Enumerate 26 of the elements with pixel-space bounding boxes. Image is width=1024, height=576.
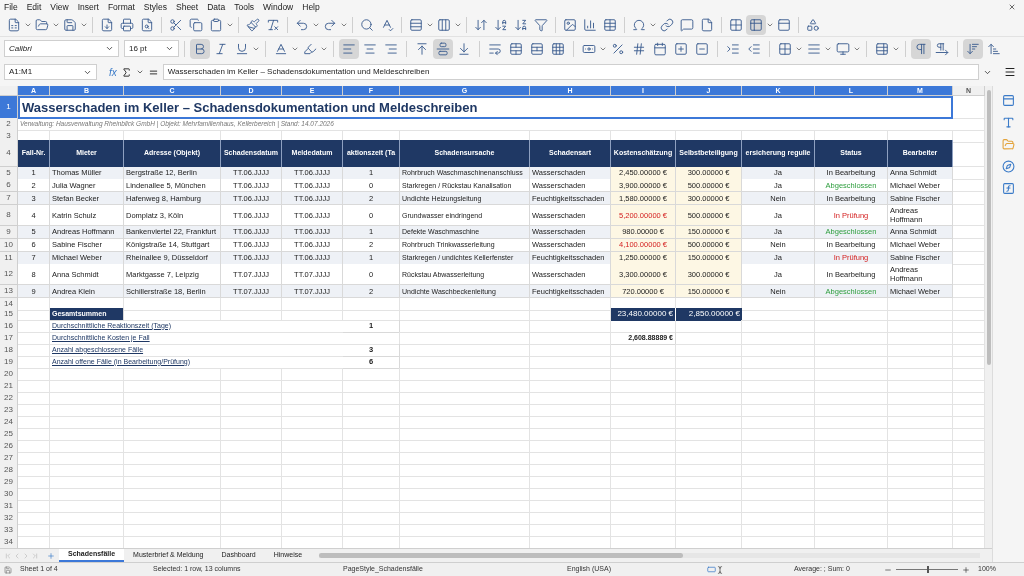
- menu-item[interactable]: Data: [207, 0, 226, 14]
- font-size-field[interactable]: 16 pt: [124, 40, 179, 57]
- row-header[interactable]: 4: [0, 139, 18, 167]
- row-header[interactable]: 13: [0, 285, 18, 299]
- total-value: 2,850.00000 €: [676, 307, 742, 321]
- row-header[interactable]: 6: [0, 179, 18, 193]
- menu-item[interactable]: Styles: [143, 0, 167, 14]
- menu-item[interactable]: Edit: [26, 0, 42, 14]
- menu-item[interactable]: Insert: [77, 0, 99, 14]
- row-header[interactable]: 1: [0, 95, 18, 120]
- menu-item[interactable]: Window: [263, 0, 294, 14]
- menu-item[interactable]: Sheet: [176, 0, 199, 14]
- row-header[interactable]: 8: [0, 205, 18, 227]
- menu-item[interactable]: Help: [302, 0, 320, 14]
- sheet-title: Wasserschaden im Keller – Schadensdokumentation und Meldeschreiben: [18, 95, 953, 120]
- menu-item[interactable]: Format: [107, 0, 135, 14]
- font-name-field[interactable]: Calibri: [4, 40, 119, 57]
- menu-item[interactable]: View: [50, 0, 69, 14]
- formula-input[interactable]: Wasserschaden im Keller – Schadensdokumentation und Meldeschreiben: [162, 64, 979, 80]
- total-value: 23,480.00000 €: [611, 307, 676, 321]
- function-wizard-button[interactable]: fx: [109, 64, 117, 80]
- row-header[interactable]: 7: [0, 192, 18, 206]
- menu-item[interactable]: File: [4, 0, 18, 14]
- menu-item[interactable]: Tools: [234, 0, 254, 14]
- row-header[interactable]: 12: [0, 264, 18, 286]
- name-box[interactable]: A1:M1: [4, 64, 97, 80]
